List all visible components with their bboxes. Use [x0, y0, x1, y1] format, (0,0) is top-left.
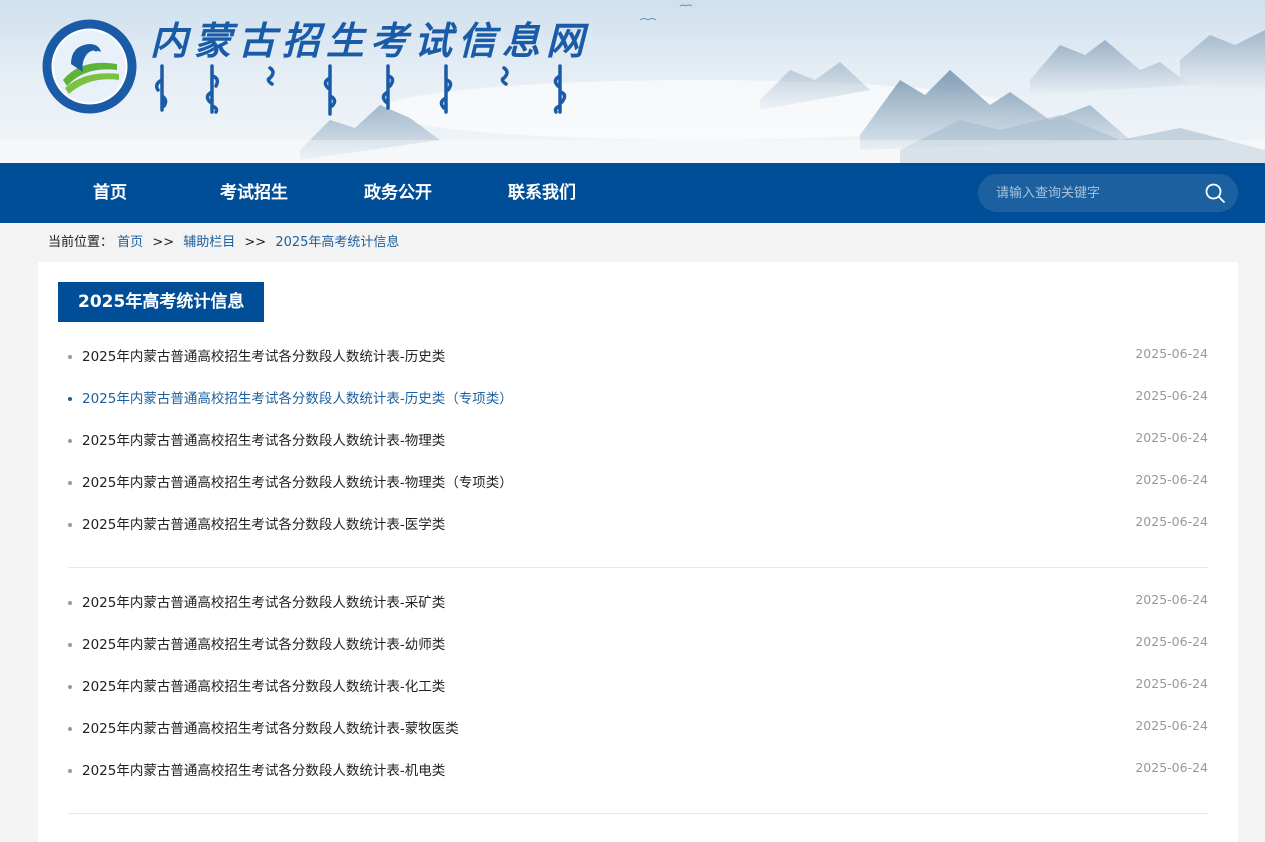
article-list-group-2: 2025年内蒙古普通高校招生考试各分数段人数统计表-采矿类 2025-06-24… [68, 582, 1208, 792]
header-banner: 内蒙古招生考试信息网 [0, 0, 1265, 163]
list-item[interactable]: 2025年内蒙古普通高校招生考试各分数段人数统计表-医学类 2025-06-24 [68, 504, 1208, 546]
article-link[interactable]: 2025年内蒙古普通高校招生考试各分数段人数统计表-采矿类 [82, 582, 445, 624]
article-link[interactable]: 2025年内蒙古普通高校招生考试各分数段人数统计表-医学类 [82, 504, 445, 546]
exam-authority-emblem-icon[interactable] [41, 18, 138, 115]
list-item[interactable]: 2025年内蒙古普通高校招生考试各分数段人数统计表-化工类 2025-06-24 [68, 666, 1208, 708]
breadcrumb-prefix: 当前位置： [48, 235, 114, 250]
search-box [978, 174, 1238, 212]
bullet-dot-icon [68, 481, 72, 485]
bullet-dot-icon [68, 355, 72, 359]
bullet-dot-icon [68, 397, 72, 401]
article-link[interactable]: 2025年内蒙古普通高校招生考试各分数段人数统计表-历史类 [82, 336, 445, 378]
list-item[interactable]: 2025年内蒙古普通高校招生考试各分数段人数统计表-蒙牧医类 2025-06-2… [68, 708, 1208, 750]
article-date: 2025-06-24 [1135, 676, 1208, 691]
list-item[interactable]: 2025年内蒙古普通高校招生考试各分数段人数统计表-物理类（专项类） 2025-… [68, 462, 1208, 504]
bullet-dot-icon [68, 685, 72, 689]
article-date: 2025-06-24 [1135, 472, 1208, 487]
article-link[interactable]: 2025年内蒙古普通高校招生考试各分数段人数统计表-历史类（专项类） [82, 378, 513, 420]
list-item[interactable]: 2025年内蒙古普通高校招生考试各分数段人数统计表-历史类 2025-06-24 [68, 336, 1208, 378]
bullet-dot-icon [68, 601, 72, 605]
list-divider [68, 567, 1208, 568]
article-date: 2025-06-24 [1135, 346, 1208, 361]
content-panel: 2025年高考统计信息 2025年内蒙古普通高校招生考试各分数段人数统计表-历史… [38, 262, 1238, 842]
search-icon[interactable] [1204, 182, 1226, 204]
bullet-dot-icon [68, 643, 72, 647]
nav-item-government-affairs[interactable]: 政务公开 [354, 163, 442, 223]
article-link[interactable]: 2025年内蒙古普通高校招生考试各分数段人数统计表-幼师类 [82, 624, 445, 666]
list-item[interactable]: 2025年内蒙古普通高校招生考试各分数段人数统计表-物理类 2025-06-24 [68, 420, 1208, 462]
list-divider [68, 813, 1208, 814]
breadcrumb-separator: >> [152, 235, 175, 250]
article-link[interactable]: 2025年内蒙古普通高校招生考试各分数段人数统计表-物理类（专项类） [82, 462, 513, 504]
nav-item-home[interactable]: 首页 [74, 163, 146, 223]
bullet-dot-icon [68, 727, 72, 731]
bullet-dot-icon [68, 523, 72, 527]
breadcrumb-separator: >> [244, 235, 267, 250]
article-link[interactable]: 2025年内蒙古普通高校招生考试各分数段人数统计表-物理类 [82, 420, 445, 462]
breadcrumb-home-link[interactable]: 首页 [117, 235, 143, 250]
article-date: 2025-06-24 [1135, 592, 1208, 607]
bullet-dot-icon [68, 769, 72, 773]
site-title: 内蒙古招生考试信息网 [150, 18, 591, 63]
nav-item-contact-us[interactable]: 联系我们 [498, 163, 586, 223]
list-item[interactable]: 2025年内蒙古普通高校招生考试各分数段人数统计表-历史类（专项类） 2025-… [68, 378, 1208, 420]
bullet-dot-icon [68, 439, 72, 443]
list-item[interactable]: 2025年内蒙古普通高校招生考试各分数段人数统计表-采矿类 2025-06-24 [68, 582, 1208, 624]
article-link[interactable]: 2025年内蒙古普通高校招生考试各分数段人数统计表-蒙牧医类 [82, 708, 459, 750]
breadcrumb-auxiliary-link[interactable]: 辅助栏目 [183, 235, 235, 250]
article-link[interactable]: 2025年内蒙古普通高校招生考试各分数段人数统计表-化工类 [82, 666, 445, 708]
list-item[interactable]: 2025年内蒙古普通高校招生考试各分数段人数统计表-机电类 2025-06-24 [68, 750, 1208, 792]
nav-item-exams-admissions[interactable]: 考试招生 [210, 163, 298, 223]
search-input[interactable] [994, 174, 1194, 212]
article-date: 2025-06-24 [1135, 634, 1208, 649]
article-date: 2025-06-24 [1135, 514, 1208, 529]
section-title: 2025年高考统计信息 [58, 282, 265, 322]
article-date: 2025-06-24 [1135, 430, 1208, 445]
breadcrumb: 当前位置： 首页 >> 辅助栏目 >> 2025年高考统计信息 [48, 234, 399, 252]
mongolian-script-logotype [154, 64, 567, 116]
list-item[interactable]: 2025年内蒙古普通高校招生考试各分数段人数统计表-幼师类 2025-06-24 [68, 624, 1208, 666]
article-list-group-1: 2025年内蒙古普通高校招生考试各分数段人数统计表-历史类 2025-06-24… [68, 336, 1208, 546]
article-date: 2025-06-24 [1135, 760, 1208, 775]
article-date: 2025-06-24 [1135, 718, 1208, 733]
article-link[interactable]: 2025年内蒙古普通高校招生考试各分数段人数统计表-机电类 [82, 750, 445, 792]
breadcrumb-current[interactable]: 2025年高考统计信息 [275, 235, 399, 250]
article-date: 2025-06-24 [1135, 388, 1208, 403]
